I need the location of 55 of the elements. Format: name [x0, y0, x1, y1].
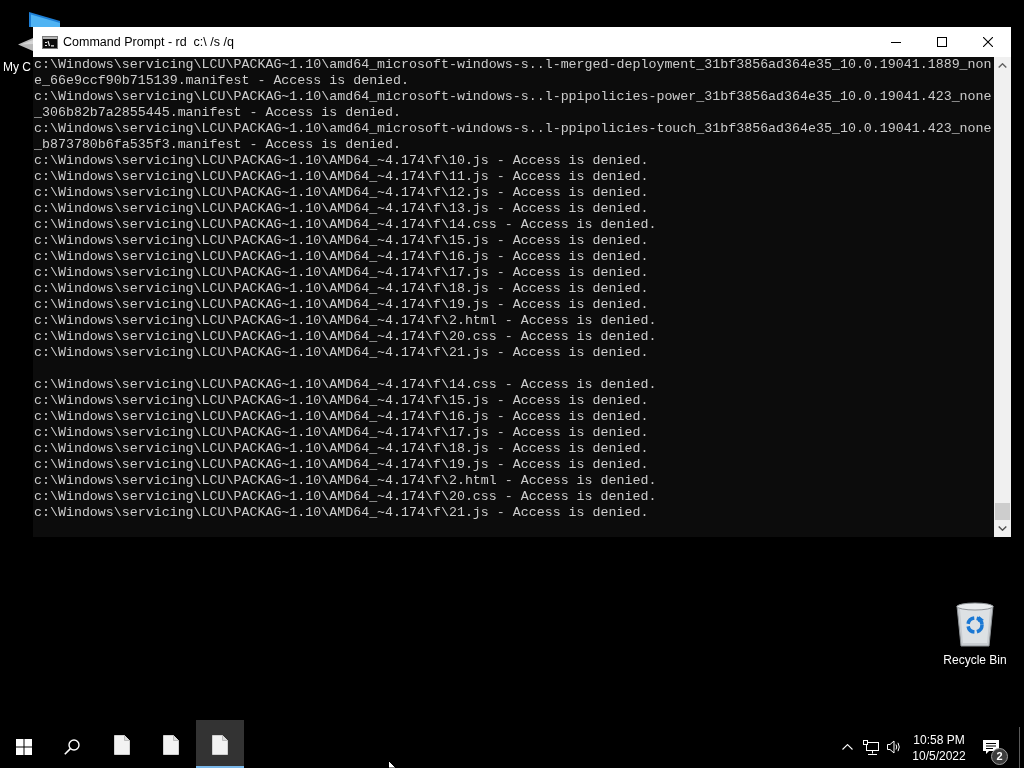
- console-line: c:\Windows\servicing\LCU\PACKAG~1.10\AMD64_~4.174\f\11.js - Access is denied.: [34, 169, 650, 185]
- console-line: c:\Windows\servicing\LCU\PACKAG~1.10\AMD64_~4.174\f\20.css - Access is denied.: [34, 329, 658, 345]
- console-line: c:\Windows\servicing\LCU\PACKAG~1.10\AMD64_~4.174\f\16.js - Access is denied.: [34, 249, 650, 265]
- network-icon[interactable]: [863, 739, 879, 755]
- console-line: c:\Windows\servicing\LCU\PACKAG~1.10\AMD64_~4.174\f\10.js - Access is denied.: [34, 153, 650, 169]
- close-icon: [983, 37, 993, 47]
- console-line: c:\Windows\servicing\LCU\PACKAG~1.10\AMD64_~4.174\f\15.js - Access is denied.: [34, 233, 650, 249]
- console-line: c:\Windows\servicing\LCU\PACKAG~1.10\AMD64_~4.174\f\20.css - Access is denied.: [34, 489, 658, 505]
- console-icon[interactable]: [42, 35, 58, 49]
- console-line: _306b82b7a2855445.manifest - Access is denied.: [34, 105, 403, 121]
- desktop-icon-label[interactable]: Recycle Bin: [943, 653, 1007, 667]
- console-line: c:\Windows\servicing\LCU\PACKAG~1.10\amd64_microsoft-windows-s..l-ppipolicies-touch_31bf3856ad364e35_10.0.19041.423_none: [34, 121, 993, 137]
- console-line: c:\Windows\servicing\LCU\PACKAG~1.10\AMD64_~4.174\f\16.js - Access is denied.: [34, 409, 650, 425]
- search-icon: [64, 739, 80, 755]
- minimize-icon: [891, 41, 901, 43]
- console-line: c:\Windows\servicing\LCU\PACKAG~1.10\AMD64_~4.174\f\19.js - Access is denied.: [34, 457, 650, 473]
- console-line: c:\Windows\servicing\LCU\PACKAG~1.10\AMD64_~4.174\f\12.js - Access is denied.: [34, 185, 650, 201]
- console-line: c:\Windows\servicing\LCU\PACKAG~1.10\AMD64_~4.174\f\14.css - Access is denied.: [34, 217, 658, 233]
- scrollbar[interactable]: [994, 57, 1011, 537]
- clock-time[interactable]: 10:58 PM: [913, 732, 965, 748]
- console-line: c:\Windows\servicing\LCU\PACKAG~1.10\AMD64_~4.174\f\2.html - Access is denied.: [34, 473, 658, 489]
- console-line: _b873780b6fa535f3.manifest - Access is denied.: [34, 137, 403, 153]
- console-line: c:\Windows\servicing\LCU\PACKAG~1.10\AMD64_~4.174\f\17.js - Access is denied.: [34, 265, 650, 281]
- keyboard-icon[interactable]: [18, 38, 33, 51]
- document-icon: [114, 735, 130, 755]
- notification-count-badge: 2: [991, 748, 1008, 765]
- notification-icon[interactable]: [983, 740, 999, 754]
- console-line: c:\Windows\servicing\LCU\PACKAG~1.10\AMD64_~4.174\f\18.js - Access is denied.: [34, 441, 650, 457]
- scrollbar-thumb[interactable]: [995, 503, 1010, 520]
- console-line: c:\Windows\servicing\LCU\PACKAG~1.10\AMD64_~4.174\f\21.js - Access is denied.: [34, 345, 650, 361]
- console-line: c:\Windows\servicing\LCU\PACKAG~1.10\AMD64_~4.174\f\13.js - Access is denied.: [34, 201, 650, 217]
- console-line: e_66e9ccf90b715139.manifest - Access is denied.: [34, 73, 411, 89]
- clock-date[interactable]: 10/5/2022: [912, 748, 966, 764]
- maximize-icon: [937, 37, 947, 47]
- document-icon: [212, 735, 228, 755]
- console-line: c:\Windows\servicing\LCU\PACKAG~1.10\AMD64_~4.174\f\21.js - Access is denied.: [34, 505, 650, 521]
- console-line: c:\Windows\servicing\LCU\PACKAG~1.10\AMD64_~4.174\f\18.js - Access is denied.: [34, 281, 650, 297]
- monitor-icon[interactable]: [29, 12, 60, 27]
- document-icon: [163, 735, 179, 755]
- console-line: c:\Windows\servicing\LCU\PACKAG~1.10\AMD64_~4.174\f\15.js - Access is denied.: [34, 393, 650, 409]
- console-line: c:\Windows\servicing\LCU\PACKAG~1.10\AMD64_~4.174\f\14.css - Access is denied.: [34, 377, 658, 393]
- chevron-down-icon: [998, 526, 1007, 531]
- taskbar-app-button[interactable]: [196, 720, 244, 768]
- console-line: c:\Windows\servicing\LCU\PACKAG~1.10\AMD64_~4.174\f\19.js - Access is denied.: [34, 297, 650, 313]
- window-title: Command Prompt - rd c:\ /s /q: [63, 34, 234, 50]
- desktop-icon-label[interactable]: My C: [3, 60, 31, 74]
- chevron-up-icon: [998, 63, 1007, 68]
- speaker-icon[interactable]: [886, 740, 902, 754]
- console-line: c:\Windows\servicing\LCU\PACKAG~1.10\AMD64_~4.174\f\17.js - Access is denied.: [34, 425, 650, 441]
- console-line: c:\Windows\servicing\LCU\PACKAG~1.10\AMD64_~4.174\f\2.html - Access is denied.: [34, 313, 658, 329]
- console-line: c:\Windows\servicing\LCU\PACKAG~1.10\amd64_microsoft-windows-s..l-merged-deployment_31bf3856ad364e35_10.0.19041.1889_non: [34, 57, 993, 73]
- chevron-up-icon[interactable]: [841, 744, 853, 750]
- recycle-bin-icon[interactable]: [955, 601, 995, 647]
- console-line: c:\Windows\servicing\LCU\PACKAG~1.10\amd64_microsoft-windows-s..l-ppipolicies-power_31bf3856ad364e35_10.0.19041.423_none: [34, 89, 993, 105]
- windows-logo-icon: [16, 739, 32, 755]
